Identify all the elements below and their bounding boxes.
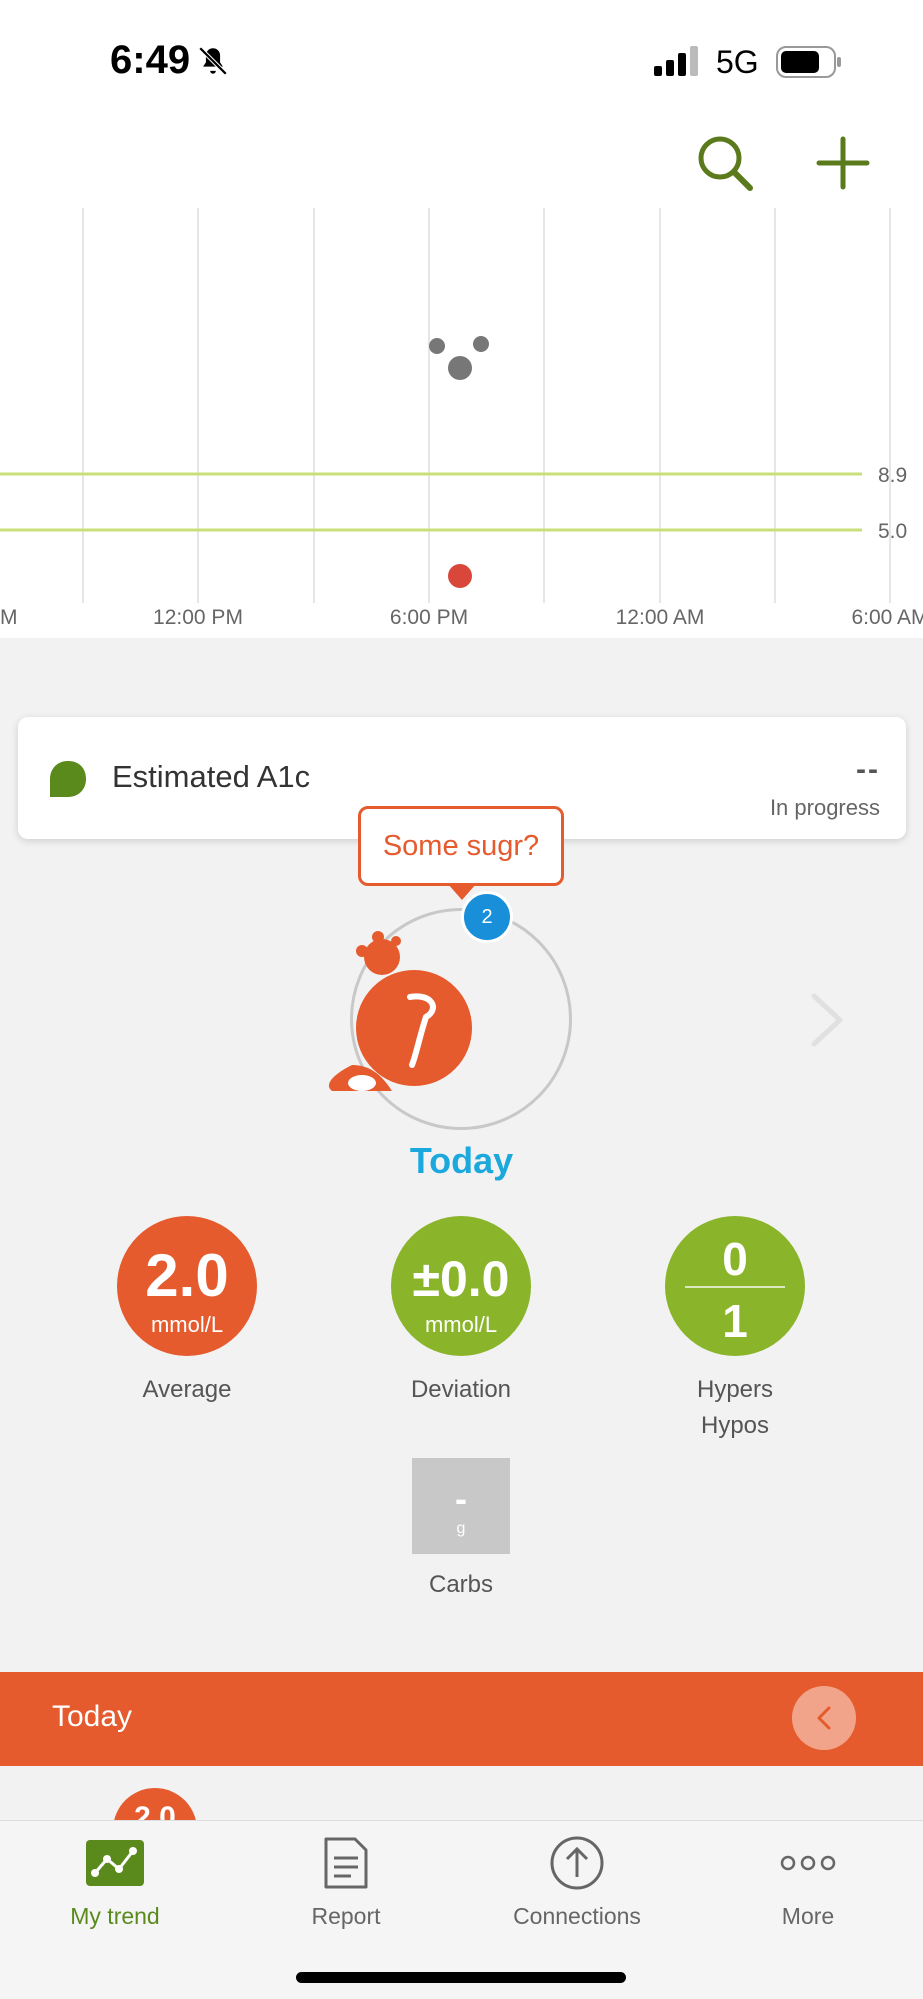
- entry-list: 2.0: [0, 1766, 923, 1820]
- carbs-stat[interactable]: - g: [412, 1458, 510, 1554]
- search-button[interactable]: [690, 128, 760, 198]
- a1c-status: In progress: [769, 795, 880, 820]
- today-section-label: Today: [52, 1700, 133, 1733]
- x-tick-label: 12:00 PM: [153, 606, 243, 629]
- leaf-icon: [50, 761, 86, 797]
- hypers-value: 0: [722, 1233, 748, 1285]
- average-value: 2.0: [145, 1242, 229, 1309]
- average-stat[interactable]: 2.0 mmol/L: [117, 1216, 257, 1356]
- x-tick-label: 6:00 PM: [389, 606, 469, 629]
- deviation-label: Deviation: [410, 1376, 512, 1403]
- home-indicator: [296, 1972, 626, 1983]
- tab-more[interactable]: More: [708, 1835, 908, 1945]
- search-icon: [698, 136, 753, 191]
- carbs-label: Carbs: [428, 1571, 494, 1598]
- x-tick-label: 6:00 AM: [851, 606, 923, 629]
- data-point: [448, 356, 472, 380]
- more-icon: [778, 1835, 838, 1891]
- a1c-title: Estimated A1c: [112, 759, 311, 794]
- average-label: Average: [142, 1376, 232, 1403]
- toolbar: [0, 120, 923, 208]
- network-type: 5G: [716, 44, 759, 80]
- collapse-button[interactable]: [792, 1686, 856, 1750]
- entry-count-badge: 2: [461, 891, 513, 943]
- tab-connections[interactable]: Connections: [477, 1835, 677, 1945]
- tab-label: More: [781, 1903, 835, 1929]
- report-icon: [316, 1835, 376, 1891]
- trend-icon: [85, 1835, 145, 1891]
- carbs-unit: g: [456, 1520, 466, 1537]
- battery-icon: [776, 46, 841, 78]
- target-line-label: 8.9: [878, 464, 907, 487]
- chart-canvas: 8.9 5.0: [0, 208, 907, 603]
- tab-report[interactable]: Report: [246, 1835, 446, 1945]
- carbs-value: -: [455, 1478, 467, 1519]
- tab-my-trend[interactable]: My trend: [15, 1835, 215, 1945]
- hypers-label: Hypers: [696, 1376, 774, 1403]
- tab-label: Report: [311, 1903, 381, 1929]
- tab-label: My trend: [70, 1903, 160, 1929]
- sugr-monster-icon[interactable]: [322, 925, 482, 1095]
- target-line-label: 5.0: [878, 520, 907, 543]
- list-item-value[interactable]: 2.0: [113, 1788, 197, 1820]
- chevron-right-icon[interactable]: [808, 990, 848, 1050]
- status-bar: 6:49 5G: [0, 0, 923, 120]
- a1c-value: --: [856, 753, 880, 786]
- deviation-value: ±0.0: [412, 1251, 510, 1307]
- upload-icon: [547, 1835, 607, 1891]
- hypos-value: 1: [722, 1295, 748, 1347]
- data-point: [448, 564, 472, 588]
- glucose-trend-chart[interactable]: 8.9 5.0 M 12:00 PM 6:00 PM 12:00 AM 6:00 AM: [0, 208, 923, 638]
- x-tick-label: M: [0, 606, 18, 629]
- bell-slash-icon: [198, 46, 228, 75]
- signal-icon: [654, 46, 698, 76]
- average-unit: mmol/L: [150, 1312, 224, 1337]
- hypos-label: Hypos: [700, 1412, 770, 1439]
- hypers-hypos-divider: [685, 1286, 785, 1288]
- x-tick-label: 12:00 AM: [615, 606, 705, 629]
- chevron-left-icon: [817, 1706, 831, 1730]
- add-entry-button[interactable]: [808, 128, 878, 198]
- today-section-header[interactable]: Today: [0, 1672, 923, 1766]
- deviation-stat[interactable]: ±0.0 mmol/L: [391, 1216, 531, 1356]
- data-point: [473, 336, 489, 352]
- deviation-unit: mmol/L: [424, 1312, 498, 1337]
- plus-icon: [816, 136, 870, 190]
- hypers-hypos-stat[interactable]: 0 1: [665, 1216, 805, 1356]
- data-point: [429, 338, 445, 354]
- status-time: 6:49: [110, 38, 230, 83]
- tab-label: Connections: [513, 1903, 641, 1929]
- day-label: Today: [409, 1140, 514, 1181]
- mascot-speech-bubble[interactable]: Some sugr?: [358, 806, 564, 886]
